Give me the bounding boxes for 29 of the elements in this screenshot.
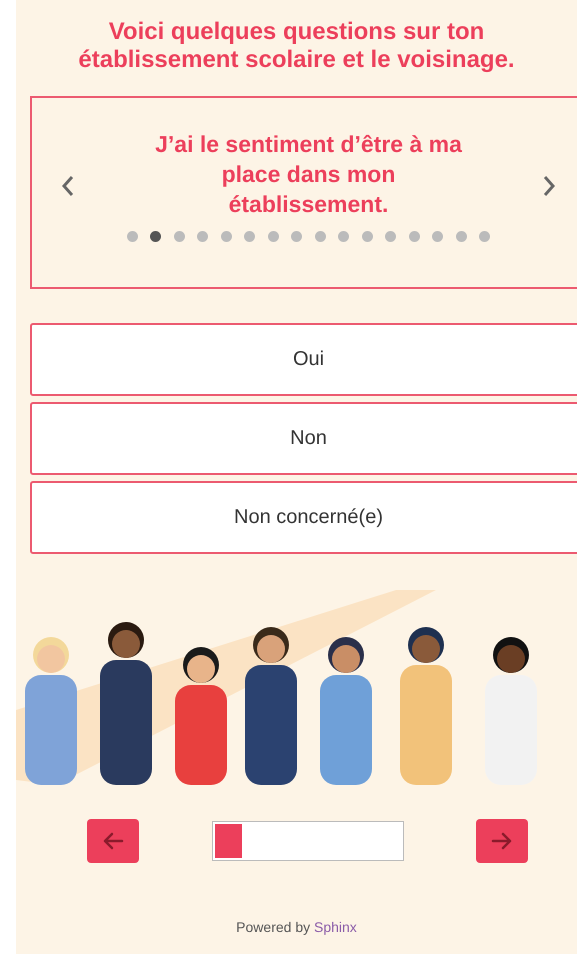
answer-option[interactable]: Non concerné(e) [30,481,577,554]
carousel-dot[interactable] [408,231,420,242]
answer-option[interactable]: Oui [30,323,577,396]
survey-heading: Voici quelques questions sur ton établissement scolaire et le voisinage. [77,18,516,74]
brand-link[interactable]: Sphinx [314,919,357,935]
question-text: J’ai le sentiment d’être à ma place dans mon établissement. [154,130,463,219]
carousel-dot[interactable] [150,231,162,242]
carousel-dot[interactable] [220,231,232,242]
forward-button[interactable] [476,819,528,863]
answer-option[interactable]: Non [30,402,577,475]
carousel-dot[interactable] [338,231,350,242]
carousel-dot[interactable] [291,231,302,242]
chevron-left-icon [61,174,75,198]
carousel-dot[interactable] [197,231,208,242]
chevron-right-icon [542,174,556,198]
back-button[interactable] [87,819,139,863]
right-arrow-icon [491,831,513,851]
powered-by-text: Powered by [236,919,310,935]
carousel-dot[interactable] [479,231,490,242]
carousel-dot[interactable] [244,231,256,242]
carousel-dot[interactable] [126,231,138,242]
carousel-dot[interactable] [362,231,373,242]
left-arrow-icon [102,831,124,851]
carousel-dot[interactable] [314,231,326,242]
carousel-dot[interactable] [385,231,396,242]
carousel-dot[interactable] [456,231,467,242]
carousel-dot[interactable] [174,231,185,242]
carousel-dot[interactable] [432,231,444,242]
carousel-dot[interactable] [268,231,279,242]
